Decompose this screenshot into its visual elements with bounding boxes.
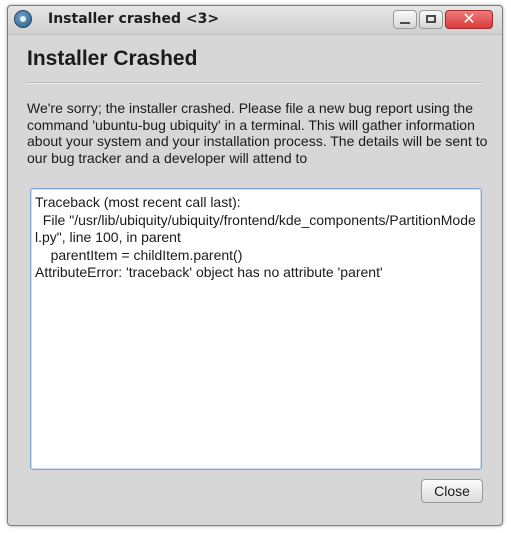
traceback-textarea[interactable]: Traceback (most recent call last): File … — [30, 188, 482, 470]
minimize-icon — [400, 22, 410, 24]
heading-divider — [27, 82, 482, 83]
window-close-button[interactable]: ✕ — [445, 9, 493, 29]
crash-message: We're sorry; the installer crashed. Plea… — [27, 100, 488, 166]
dialog-heading: Installer Crashed — [27, 47, 198, 70]
close-button-label: Close — [434, 483, 470, 499]
window-title: Installer crashed <3> — [48, 11, 220, 27]
close-button[interactable]: Close — [421, 479, 483, 503]
minimize-button[interactable] — [393, 10, 417, 29]
maximize-button[interactable] — [419, 10, 443, 29]
installer-crashed-window: Installer crashed <3> ✕ Installer Crashe… — [7, 5, 503, 526]
maximize-icon — [426, 15, 436, 23]
ubiquity-installer-icon[interactable] — [14, 10, 32, 28]
title-bar[interactable]: Installer crashed <3> ✕ — [8, 6, 502, 35]
close-icon: ✕ — [462, 9, 476, 28]
